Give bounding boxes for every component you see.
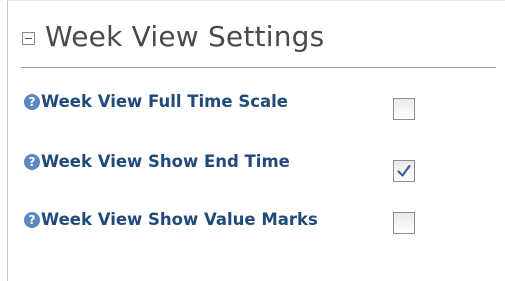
section-divider xyxy=(21,67,496,68)
panel-left-border xyxy=(7,0,8,281)
section-title: Week View Settings xyxy=(45,19,325,53)
setting-label-show-value-marks: ? Week View Show Value Marks xyxy=(24,208,324,231)
checkmark-icon xyxy=(397,164,411,177)
setting-label-show-end-time: ? Week View Show End Time xyxy=(24,150,344,173)
checkmark-icon xyxy=(394,99,414,119)
section-header[interactable]: Week View Settings xyxy=(22,10,324,62)
help-icon[interactable]: ? xyxy=(24,154,40,170)
setting-label-text: Week View Full Time Scale xyxy=(41,92,288,111)
help-icon[interactable]: ? xyxy=(24,94,40,110)
checkmark-icon xyxy=(394,213,414,233)
full-time-scale-checkbox[interactable] xyxy=(393,98,415,120)
help-icon[interactable]: ? xyxy=(24,212,40,228)
setting-label-full-time-scale: ? Week View Full Time Scale xyxy=(24,90,344,113)
week-view-settings-panel: Week View Settings ? Week View Full Time … xyxy=(0,0,505,281)
show-value-marks-checkbox[interactable] xyxy=(393,212,415,234)
checkmark-stroke xyxy=(397,164,411,177)
setting-row-show-value-marks: ? Week View Show Value Marks xyxy=(24,208,484,264)
collapse-icon[interactable] xyxy=(22,32,35,45)
setting-label-text: Week View Show Value Marks xyxy=(41,210,318,229)
show-end-time-checkbox[interactable] xyxy=(393,160,415,182)
setting-row-full-time-scale: ? Week View Full Time Scale xyxy=(24,90,484,130)
setting-row-show-end-time: ? Week View Show End Time xyxy=(24,150,484,190)
setting-label-text: Week View Show End Time xyxy=(41,152,290,171)
panel-top-border xyxy=(7,0,505,1)
